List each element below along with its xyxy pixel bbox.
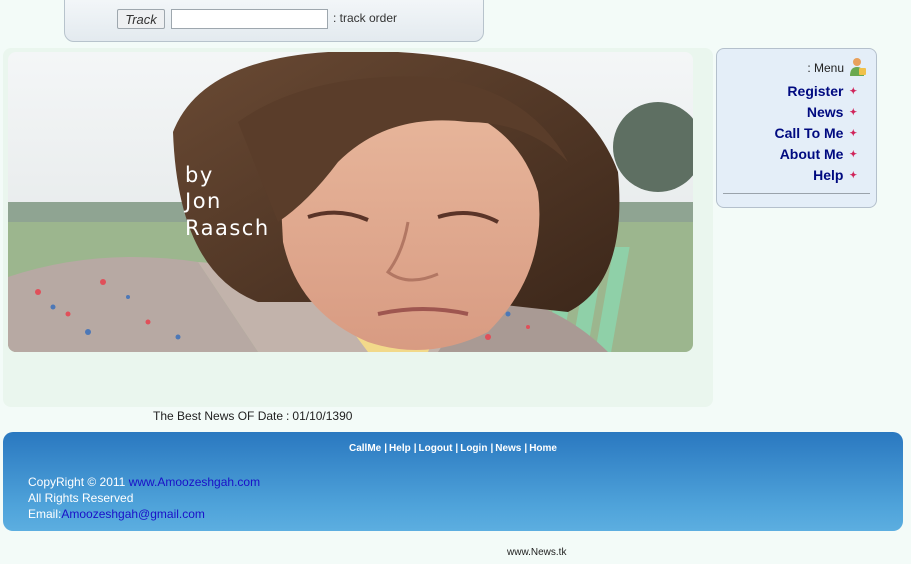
banner-caption-line: Raasch <box>185 216 270 240</box>
banner-caption-line: Jon <box>183 189 222 213</box>
copyright-text: CopyRight © 2011 <box>28 475 126 489</box>
email-label: Email: <box>28 507 62 521</box>
menu-item-call-to-me[interactable]: Call To Me ✦ <box>774 123 857 144</box>
side-menu: : Menu Register ✦ News ✦ Call To Me ✦ About… <box>716 48 877 208</box>
email-link[interactable]: Amoozeshgah@gmail.com <box>61 507 205 521</box>
track-button[interactable]: Track <box>117 9 165 29</box>
footer-link-home[interactable]: Home <box>529 443 557 454</box>
menu-item-label: Register <box>787 83 844 99</box>
footer-link-separator: | <box>455 443 459 454</box>
menu-item-about-me[interactable]: About Me ✦ <box>774 144 857 165</box>
arrow-bullet-icon: ✦ <box>849 169 857 180</box>
footer: CallMe | Help | Logout | Login | News | Home CopyR… <box>3 432 903 531</box>
menu-item-label: Call To Me <box>774 125 844 141</box>
footer-link-news[interactable]: News <box>495 443 521 454</box>
news-date-label: The Best News OF Date <box>153 409 284 423</box>
footer-info: CopyRight © 2011 www.Amoozeshgah.com All… <box>28 474 260 522</box>
footer-link-login[interactable]: Login <box>460 443 487 454</box>
menu-item-label: About Me <box>779 146 844 162</box>
footer-link-separator: | <box>384 443 388 454</box>
main-content-area: by Jon Raasch <box>3 48 713 407</box>
menu-item-label: Help <box>813 167 844 183</box>
track-order-input[interactable] <box>171 9 328 29</box>
menu-list: Register ✦ News ✦ Call To Me ✦ About Me ✦ He… <box>774 81 857 186</box>
footer-link-separator: | <box>413 443 417 454</box>
banner-image: by Jon Raasch <box>8 52 693 352</box>
news-date-value: 01/10/1390 <box>292 409 353 423</box>
user-icon <box>849 57 867 77</box>
menu-item-label: News <box>806 104 844 120</box>
menu-title: : Menu <box>807 61 844 75</box>
footer-nav: CallMe | Help | Logout | Login | News | Home <box>3 443 903 454</box>
footer-link-callme[interactable]: CallMe <box>349 443 381 454</box>
site-link[interactable]: www.Amoozeshgah.com <box>129 475 260 489</box>
arrow-bullet-icon: ✦ <box>849 85 857 96</box>
footer-link-logout[interactable]: Logout <box>419 443 453 454</box>
menu-divider <box>723 193 870 194</box>
news-date-line: The Best News OF Date:01/10/1390 <box>153 409 352 423</box>
bottom-site-link[interactable]: www.News.tk <box>507 547 566 558</box>
banner-caption-line: by <box>185 163 214 187</box>
track-order-panel: Track : track order <box>64 0 484 42</box>
arrow-bullet-icon: ✦ <box>849 148 857 159</box>
menu-item-news[interactable]: News ✦ <box>774 102 857 123</box>
news-date-separator: : <box>286 409 290 423</box>
menu-item-register[interactable]: Register ✦ <box>774 81 857 102</box>
footer-link-help[interactable]: Help <box>389 443 411 454</box>
menu-item-help[interactable]: Help ✦ <box>774 165 857 186</box>
arrow-bullet-icon: ✦ <box>849 127 857 138</box>
arrow-bullet-icon: ✦ <box>849 106 857 117</box>
footer-link-separator: | <box>490 443 494 454</box>
track-order-label: : track order <box>333 11 398 25</box>
footer-link-separator: | <box>524 443 528 454</box>
rights-text: All Rights Reserved <box>28 491 134 505</box>
